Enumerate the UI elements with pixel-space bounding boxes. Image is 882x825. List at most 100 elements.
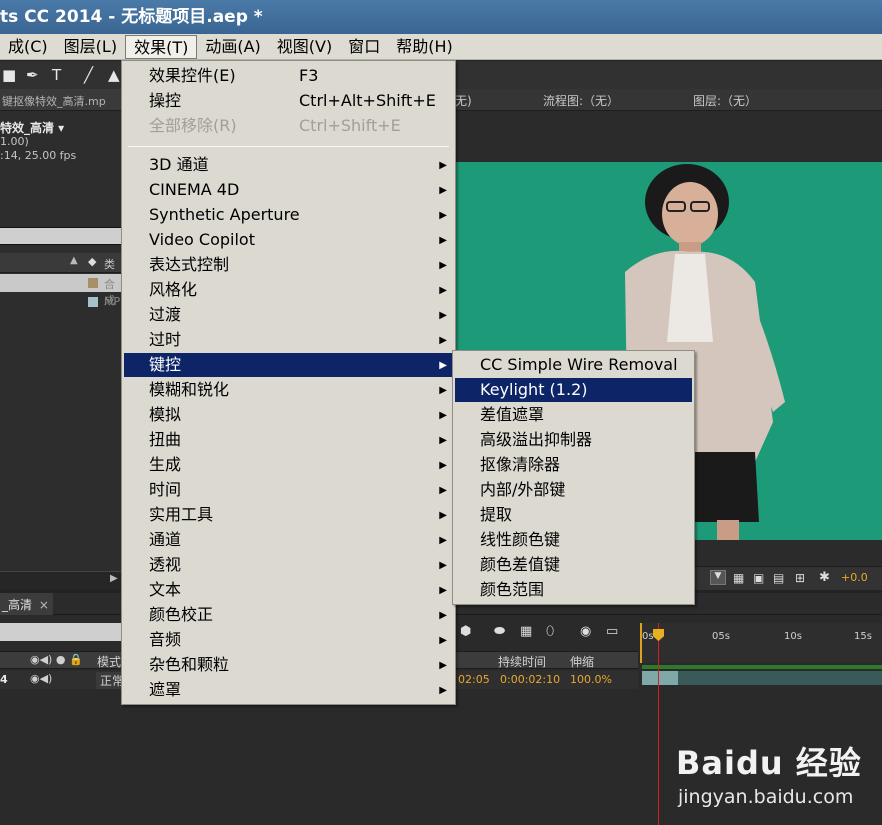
layer-stretch[interactable]: 100.0% <box>570 673 612 686</box>
submenu-arrow-icon: ▶ <box>439 310 447 321</box>
menu-item-effect-category[interactable]: 生成 ▶ <box>124 453 453 477</box>
menu-item-keying-effect[interactable]: 提取 <box>455 503 692 527</box>
comp-mini-flowchart-icon[interactable]: ⬢ <box>460 624 471 639</box>
timeline-search-input[interactable] <box>0 623 121 641</box>
menu-item-keying-effect[interactable]: 抠像清除器 <box>455 453 692 477</box>
graph-editor-icon[interactable]: ▭ <box>606 624 618 639</box>
submenu-arrow-icon: ▶ <box>439 360 447 371</box>
menu-help[interactable]: 帮助(H) <box>388 35 461 59</box>
project-tab[interactable]: 键抠像特效_高清.mp <box>2 93 106 109</box>
menu-item-effect-category[interactable]: CINEMA 4D ▶ <box>124 178 453 202</box>
menu-bar: 成(C) 图层(L) 效果(T) 动画(A) 视图(V) 窗口 帮助(H) <box>0 34 882 60</box>
tab-layer[interactable]: 图层:（无） <box>693 92 757 109</box>
menu-item-label: 颜色差值键 <box>480 555 561 574</box>
layer-duration-bar[interactable] <box>642 671 882 685</box>
menu-item-effect-controls[interactable]: 效果控件(E) F3 <box>124 64 453 88</box>
menu-item-effect-category[interactable]: 杂色和颗粒 ▶ <box>124 653 453 677</box>
menu-item-effect-category[interactable]: 模拟 ▶ <box>124 403 453 427</box>
menu-item-effect-category[interactable]: 风格化 ▶ <box>124 278 453 302</box>
menu-item-effect-category[interactable]: 键控 ▶ <box>124 353 453 377</box>
submenu-arrow-icon: ▶ <box>439 685 447 696</box>
menu-item-effect-category[interactable]: 文本 ▶ <box>124 578 453 602</box>
column-duration: 持续时间 <box>498 655 547 669</box>
menu-item-effect-category[interactable]: 遮罩 ▶ <box>124 678 453 702</box>
text-tool-icon[interactable]: T <box>52 67 61 83</box>
project-column-header: ▲ ◆ 类型 <box>0 253 121 287</box>
menu-item-effect-category[interactable]: 过时 ▶ <box>124 328 453 352</box>
menu-item-effect-category[interactable]: 模糊和锐化 ▶ <box>124 378 453 402</box>
project-scrollbar[interactable]: ▶ <box>0 571 121 589</box>
exposure-value[interactable]: +0.0 <box>841 571 868 584</box>
project-row[interactable]: MP <box>0 293 121 311</box>
grid-icon[interactable]: ▦ <box>733 571 744 585</box>
tab-composition[interactable]: 无) <box>455 92 472 109</box>
menu-item-keying-effect[interactable]: 线性颜色键 <box>455 528 692 552</box>
menu-item-keying-effect[interactable]: Keylight (1.2) <box>455 378 692 402</box>
menu-item-keying-effect[interactable]: 颜色差值键 <box>455 553 692 577</box>
hide-layers-icon[interactable]: ▦ <box>520 624 532 639</box>
close-icon[interactable]: × <box>39 598 49 612</box>
draft-3d-icon[interactable]: ⬬ <box>494 624 505 639</box>
menu-item-effect-category[interactable]: 时间 ▶ <box>124 478 453 502</box>
stamp-tool-icon[interactable]: ▲ <box>108 67 120 83</box>
submenu-arrow-icon: ▶ <box>439 460 447 471</box>
pen-tool-icon[interactable]: ✒ <box>26 67 39 83</box>
tab-flowchart[interactable]: 流程图:（无） <box>543 92 619 109</box>
menu-item-effect-category[interactable]: 扭曲 ▶ <box>124 428 453 452</box>
project-tab-strip: 键抠像特效_高清.mp <box>0 89 121 111</box>
channel-icon[interactable]: ▤ <box>773 571 784 585</box>
menu-item-label: 文本 <box>149 580 182 599</box>
menu-layer[interactable]: 图层(L) <box>56 35 125 59</box>
rectangle-tool-icon[interactable]: ■ <box>2 67 16 83</box>
view-dropdown-button[interactable]: ▼ <box>710 570 726 585</box>
menu-item-effect-category[interactable]: Video Copilot ▶ <box>124 228 453 252</box>
brush-tool-icon[interactable]: ╱ <box>84 67 93 83</box>
project-search-input[interactable] <box>0 227 121 245</box>
layer-duration[interactable]: 0:00:02:10 <box>500 673 560 686</box>
submenu-arrow-icon: ▶ <box>439 385 447 396</box>
project-comp-name[interactable]: 特效_高清 ▾ <box>0 119 64 136</box>
column-mode: 模式 <box>97 655 122 669</box>
menu-item-keying-effect[interactable]: 差值遮罩 <box>455 403 692 427</box>
menu-item-keying-effect[interactable]: 高级溢出抑制器 <box>455 428 692 452</box>
menu-item-effect-category[interactable]: 表达式控制 ▶ <box>124 253 453 277</box>
layer-av-switches[interactable]: ◉◀) <box>30 672 52 685</box>
motion-blur-icon[interactable]: ◉ <box>580 624 591 639</box>
menu-composition[interactable]: 成(C) <box>0 35 56 59</box>
menu-item-effect-category[interactable]: 过渡 ▶ <box>124 303 453 327</box>
menu-view[interactable]: 视图(V) <box>269 35 340 59</box>
menu-item-label: 线性颜色键 <box>480 530 561 549</box>
sort-up-icon[interactable]: ▲ <box>70 255 78 266</box>
submenu-arrow-icon: ▶ <box>439 660 447 671</box>
exposure-icon[interactable]: ✱ <box>819 570 830 585</box>
av-switches-icon: ◉◀) ● 🔒 <box>30 653 83 666</box>
work-area-bar[interactable] <box>642 665 882 669</box>
project-row[interactable]: 合成 <box>0 274 121 307</box>
scroll-right-icon[interactable]: ▶ <box>110 573 118 584</box>
menu-item-label: 内部/外部键 <box>480 480 566 499</box>
tab-timeline-comp[interactable]: _高清 × <box>0 593 53 615</box>
menu-item-effect-category[interactable]: 3D 通道 ▶ <box>124 153 453 177</box>
menu-item-effect-category[interactable]: 音频 ▶ <box>124 628 453 652</box>
region-icon[interactable]: ⊞ <box>795 571 805 585</box>
menu-item-effect-category[interactable]: 实用工具 ▶ <box>124 503 453 527</box>
menu-item-keying-effect[interactable]: 颜色范围 <box>455 578 692 602</box>
menu-item-effect-category[interactable]: 透视 ▶ <box>124 553 453 577</box>
time-ruler[interactable]: 0s 05s 10s 15s <box>640 623 882 663</box>
menu-item-keying-effect[interactable]: CC Simple Wire Removal <box>455 353 692 377</box>
menu-animation[interactable]: 动画(A) <box>197 35 268 59</box>
layer-out-point[interactable]: 02:05 <box>458 673 490 686</box>
menu-window[interactable]: 窗口 <box>340 35 388 59</box>
menu-effect[interactable]: 效果(T) <box>125 34 198 59</box>
layer-duration-bar-selected[interactable] <box>642 671 678 685</box>
menu-item-puppet[interactable]: 操控 Ctrl+Alt+Shift+E <box>124 89 453 113</box>
menu-item-effect-category[interactable]: Synthetic Aperture ▶ <box>124 203 453 227</box>
viewer-tab-strip: 无) 流程图:（无） 图层:（无） <box>455 89 882 111</box>
frame-blending-icon[interactable]: ⬯ <box>546 624 554 639</box>
snapshot-icon[interactable]: ▣ <box>753 571 764 585</box>
menu-item-keying-effect[interactable]: 内部/外部键 <box>455 478 692 502</box>
menu-item-effect-category[interactable]: 通道 ▶ <box>124 528 453 552</box>
menu-item-effect-category[interactable]: 颜色校正 ▶ <box>124 603 453 627</box>
submenu-arrow-icon: ▶ <box>439 410 447 421</box>
menu-item-label: CC Simple Wire Removal <box>480 355 678 374</box>
